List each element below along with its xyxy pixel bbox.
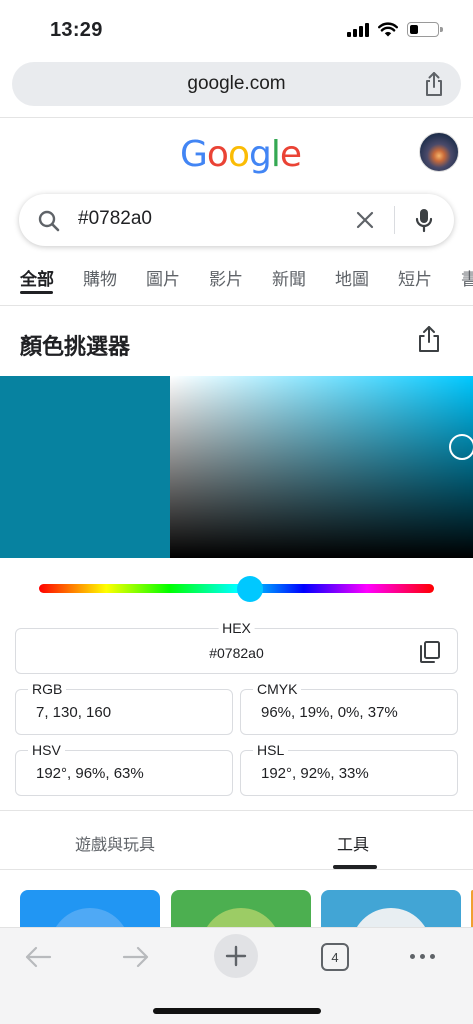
copy-icon[interactable] [417, 640, 441, 664]
rgb-label: RGB [28, 681, 67, 697]
share-icon[interactable] [416, 325, 442, 353]
cmyk-field[interactable]: CMYK 96%, 19%, 0%, 37% [240, 681, 458, 735]
tab-short-videos[interactable]: 短片 [398, 265, 432, 290]
hsl-label: HSL [253, 742, 289, 758]
hsv-label: HSV [28, 742, 65, 758]
hex-field[interactable]: HEX #0782a0 [15, 620, 458, 674]
tab-books[interactable]: 書 [461, 265, 473, 290]
address-url[interactable]: google.com [12, 73, 461, 95]
tab-games-and-toys[interactable]: 遊戲與玩具 [75, 831, 155, 855]
cellular-signal-icon [347, 22, 369, 37]
cmyk-label: CMYK [253, 681, 302, 697]
hsv-value[interactable]: 192°, 96%, 63% [36, 765, 144, 782]
saturation-value-handle[interactable] [449, 434, 473, 460]
close-icon[interactable] [355, 210, 375, 230]
wifi-icon [378, 22, 398, 37]
hue-slider-handle[interactable] [237, 576, 264, 602]
saturation-value-area[interactable] [170, 376, 473, 558]
hsl-value[interactable]: 192°, 92%, 33% [261, 765, 369, 782]
status-icons [347, 22, 443, 37]
tab-news[interactable]: 新聞 [272, 265, 306, 290]
address-bar[interactable]: google.com [12, 62, 461, 106]
tab-shopping[interactable]: 購物 [83, 265, 117, 290]
color-swatch [0, 376, 170, 558]
plus-icon [225, 945, 247, 967]
tab-switcher-button[interactable]: 4 [321, 943, 349, 971]
cmyk-value[interactable]: 96%, 19%, 0%, 37% [261, 704, 398, 721]
search-icon [38, 210, 60, 232]
picker-divider [0, 810, 473, 811]
hex-value[interactable]: #0782a0 [16, 645, 457, 661]
home-indicator [153, 1008, 321, 1014]
hex-label: HEX [218, 620, 255, 636]
status-time: 13:29 [50, 19, 103, 41]
search-box[interactable]: #0782a0 [19, 194, 454, 246]
rgb-field[interactable]: RGB 7, 130, 160 [15, 681, 233, 735]
bottom-tabs-divider [0, 869, 473, 870]
tab-videos[interactable]: 影片 [209, 265, 243, 290]
new-tab-button[interactable] [214, 934, 258, 978]
search-tabs: 全部 購物 圖片 影片 新聞 地圖 短片 書 [0, 262, 473, 294]
battery-icon [407, 22, 443, 37]
tab-tools[interactable]: 工具 [337, 831, 369, 855]
back-arrow-icon[interactable] [24, 944, 52, 970]
account-avatar[interactable] [419, 132, 459, 172]
status-bar: 13:29 [0, 0, 473, 58]
browser-toolbar: 4 [0, 928, 473, 1024]
color-picker-title: 顏色挑選器 [20, 334, 131, 359]
search-separator [394, 206, 395, 234]
google-logo[interactable]: Google [180, 134, 302, 175]
active-tab-indicator [20, 291, 53, 294]
tabs-divider [0, 305, 473, 306]
more-options-icon[interactable] [410, 954, 435, 959]
search-input[interactable]: #0782a0 [78, 208, 152, 230]
header-divider [0, 117, 473, 118]
tab-maps[interactable]: 地圖 [335, 265, 369, 290]
forward-arrow-icon[interactable] [122, 944, 150, 970]
rgb-value[interactable]: 7, 130, 160 [36, 704, 111, 721]
hsl-field[interactable]: HSL 192°, 92%, 33% [240, 742, 458, 796]
microphone-icon[interactable] [414, 207, 434, 235]
tab-all[interactable]: 全部 [20, 265, 54, 290]
hsv-field[interactable]: HSV 192°, 96%, 63% [15, 742, 233, 796]
tab-images[interactable]: 圖片 [146, 265, 180, 290]
share-icon[interactable] [423, 71, 445, 97]
